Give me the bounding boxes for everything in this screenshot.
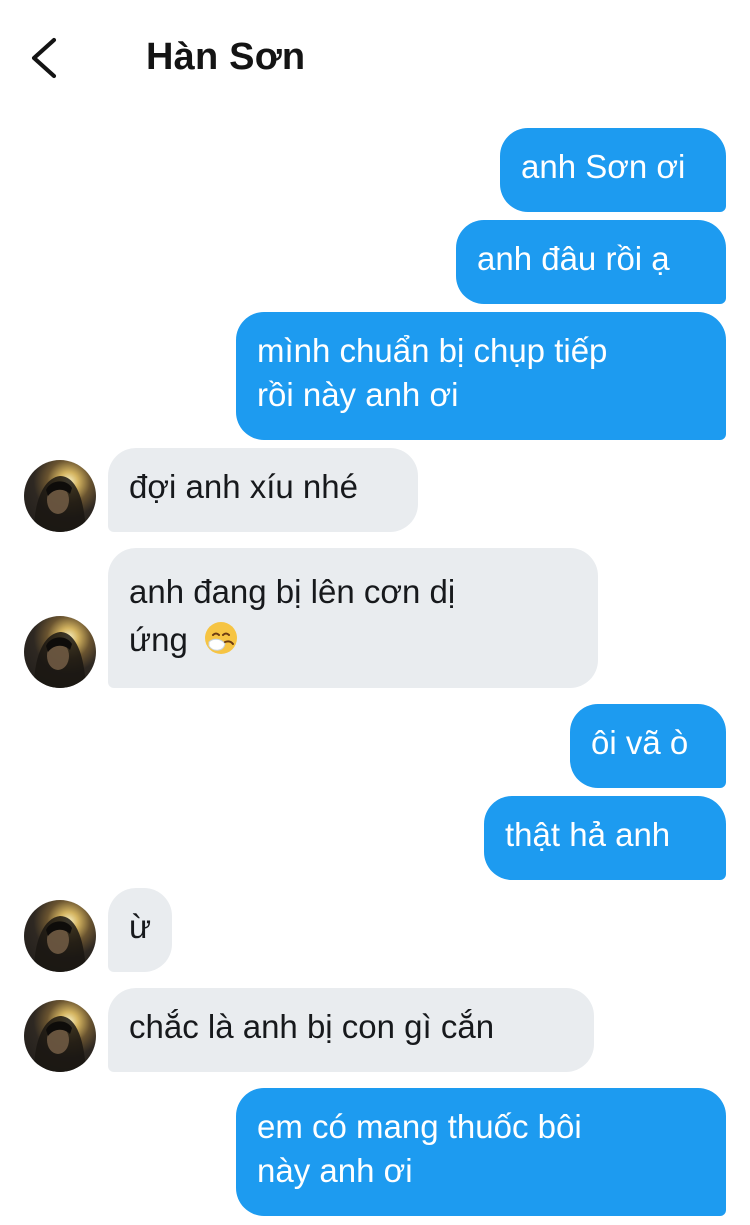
message-text-line: anh đâu rồi ạ <box>477 240 670 277</box>
incoming-message-bubble[interactable]: đợi anh xíu nhé <box>108 448 418 532</box>
profile-photo-icon <box>34 916 86 972</box>
message-text-line: anh đang bị lên cơn dị <box>129 573 456 610</box>
outgoing-message-bubble[interactable]: ôi vã ò <box>570 704 726 788</box>
incoming-message-bubble[interactable]: anh đang bị lên cơn dị ứng <box>108 548 598 688</box>
message-text-line-with-emoji: ứng <box>129 616 576 664</box>
message-text-line: thật hả anh <box>505 816 671 853</box>
profile-photo-icon <box>34 1016 86 1072</box>
message-text-line: mình chuẩn bị chụp tiếp <box>257 332 608 369</box>
outgoing-message-bubble[interactable]: anh Sơn ơi <box>500 128 726 212</box>
message-text-line: ôi vã ò <box>591 724 689 761</box>
sneezing-face-icon <box>204 622 237 654</box>
outgoing-message-bubble[interactable]: em có mang thuốc bôi này anh ơi <box>236 1088 726 1216</box>
message-text-line: đợi anh xíu nhé <box>129 468 358 505</box>
message-text-line: anh Sơn ơi <box>521 148 686 185</box>
incoming-message-bubble[interactable]: ừ <box>108 888 172 972</box>
chevron-left-icon <box>31 37 57 79</box>
message-text-line: chắc là anh bị con gì cắn <box>129 1008 495 1045</box>
outgoing-message-bubble[interactable]: mình chuẩn bị chụp tiếp rồi này anh ơi <box>236 312 726 440</box>
contact-avatar[interactable] <box>24 616 96 688</box>
message-text-line: ừ <box>129 908 152 945</box>
contact-avatar[interactable] <box>24 1000 96 1072</box>
profile-photo-icon <box>34 476 86 532</box>
message-text-line: này anh ơi <box>257 1152 413 1189</box>
contact-name-title[interactable]: Hàn Sơn <box>146 36 305 78</box>
conversation-header: Hàn Sơn <box>0 0 750 110</box>
contact-avatar[interactable] <box>24 460 96 532</box>
incoming-message-bubble[interactable]: chắc là anh bị con gì cắn <box>108 988 594 1072</box>
back-button[interactable] <box>22 30 72 84</box>
outgoing-message-bubble[interactable]: thật hả anh <box>484 796 726 880</box>
message-text-fragment: ứng <box>129 621 188 658</box>
message-text-line: rồi này anh ơi <box>257 376 459 413</box>
contact-avatar[interactable] <box>24 900 96 972</box>
profile-photo-icon <box>34 632 86 688</box>
outgoing-message-bubble[interactable]: anh đâu rồi ạ <box>456 220 726 304</box>
message-text-line: em có mang thuốc bôi <box>257 1108 582 1145</box>
